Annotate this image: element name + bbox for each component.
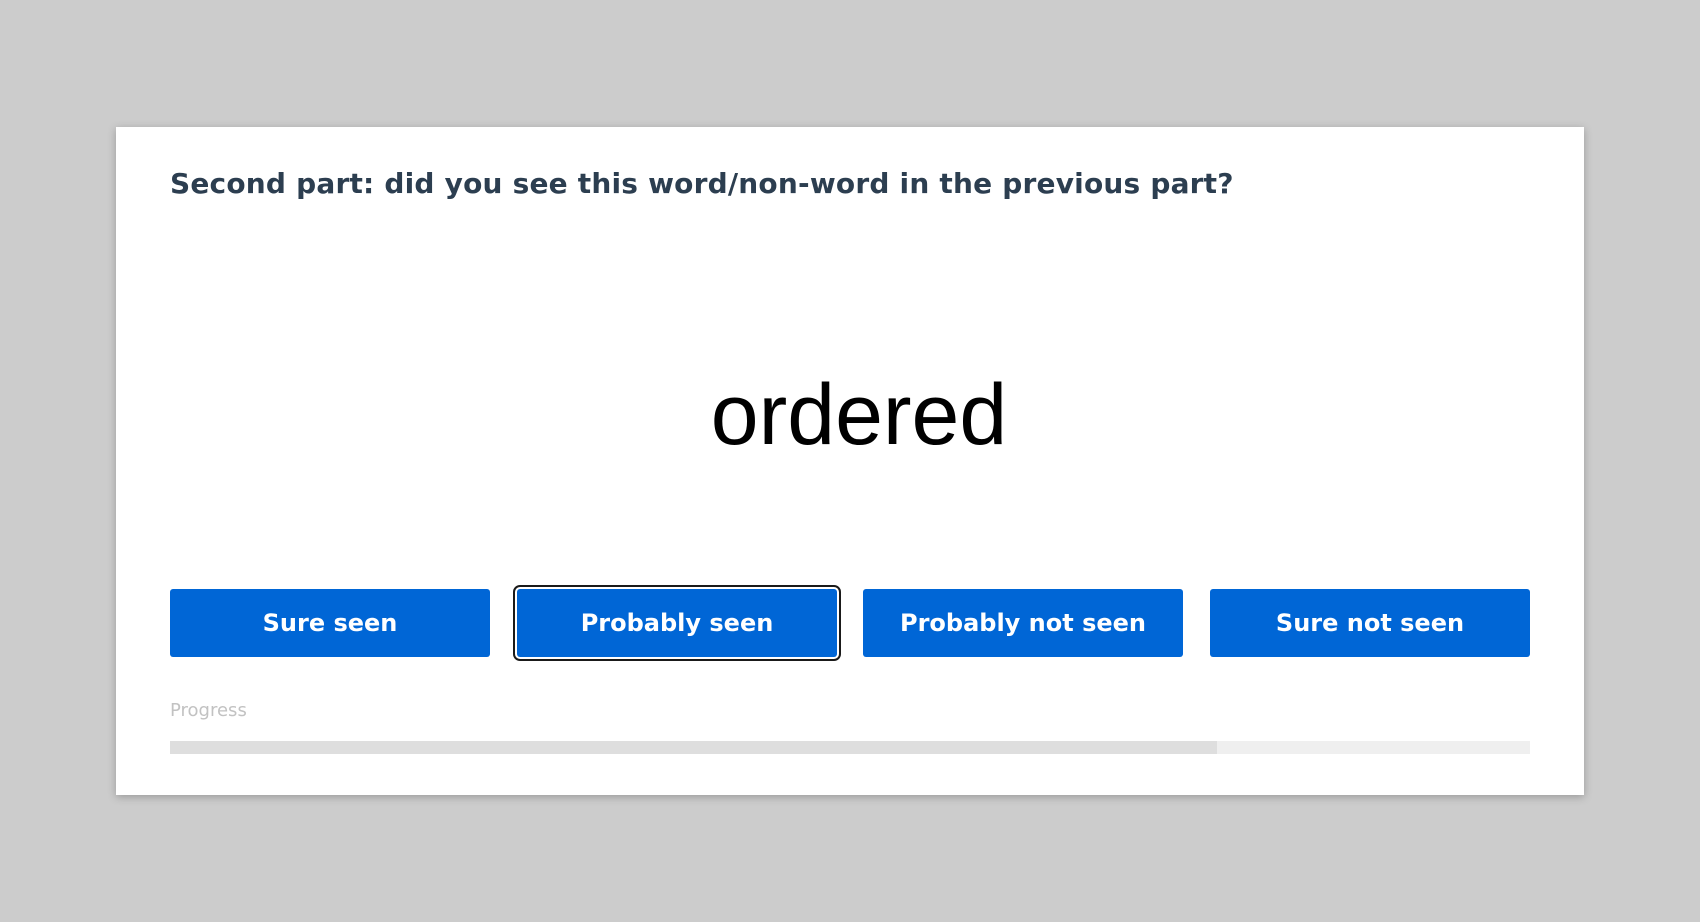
progress-label: Progress xyxy=(170,700,247,721)
trial-card: Second part: did you see this word/non-w… xyxy=(116,127,1584,795)
probably-not-seen-button[interactable]: Probably not seen xyxy=(863,589,1183,657)
sure-seen-button[interactable]: Sure seen xyxy=(170,589,490,657)
question-title: Second part: did you see this word/non-w… xyxy=(170,167,1234,200)
response-buttons: Sure seen Probably seen Probably not see… xyxy=(170,585,1530,661)
sure-not-seen-button[interactable]: Sure not seen xyxy=(1210,589,1530,657)
progress-bar xyxy=(170,741,1530,754)
probably-seen-button[interactable]: Probably seen xyxy=(513,585,841,661)
progress-fill xyxy=(170,741,1218,754)
stimulus-word: ordered xyxy=(710,367,1008,463)
